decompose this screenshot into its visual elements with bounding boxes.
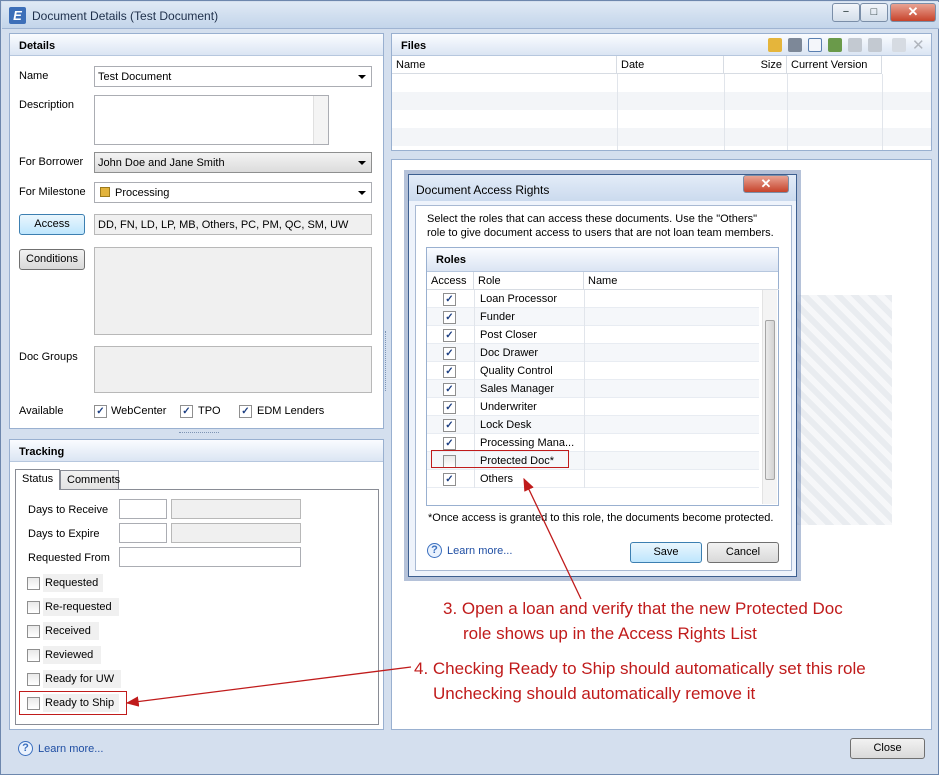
close-button[interactable]: Close <box>850 738 925 759</box>
arrow-to-protected-doc <box>523 477 582 600</box>
footer-help-icon[interactable]: ? <box>18 741 33 756</box>
footer-learn-more-link[interactable]: Learn more... <box>38 743 103 755</box>
annotation-arrows <box>125 477 582 707</box>
document-details-window: E Document Details (Test Document) − □ ✕… <box>0 0 939 775</box>
arrow-to-ready-to-ship <box>125 666 412 707</box>
tab-status[interactable]: Status <box>15 469 60 490</box>
